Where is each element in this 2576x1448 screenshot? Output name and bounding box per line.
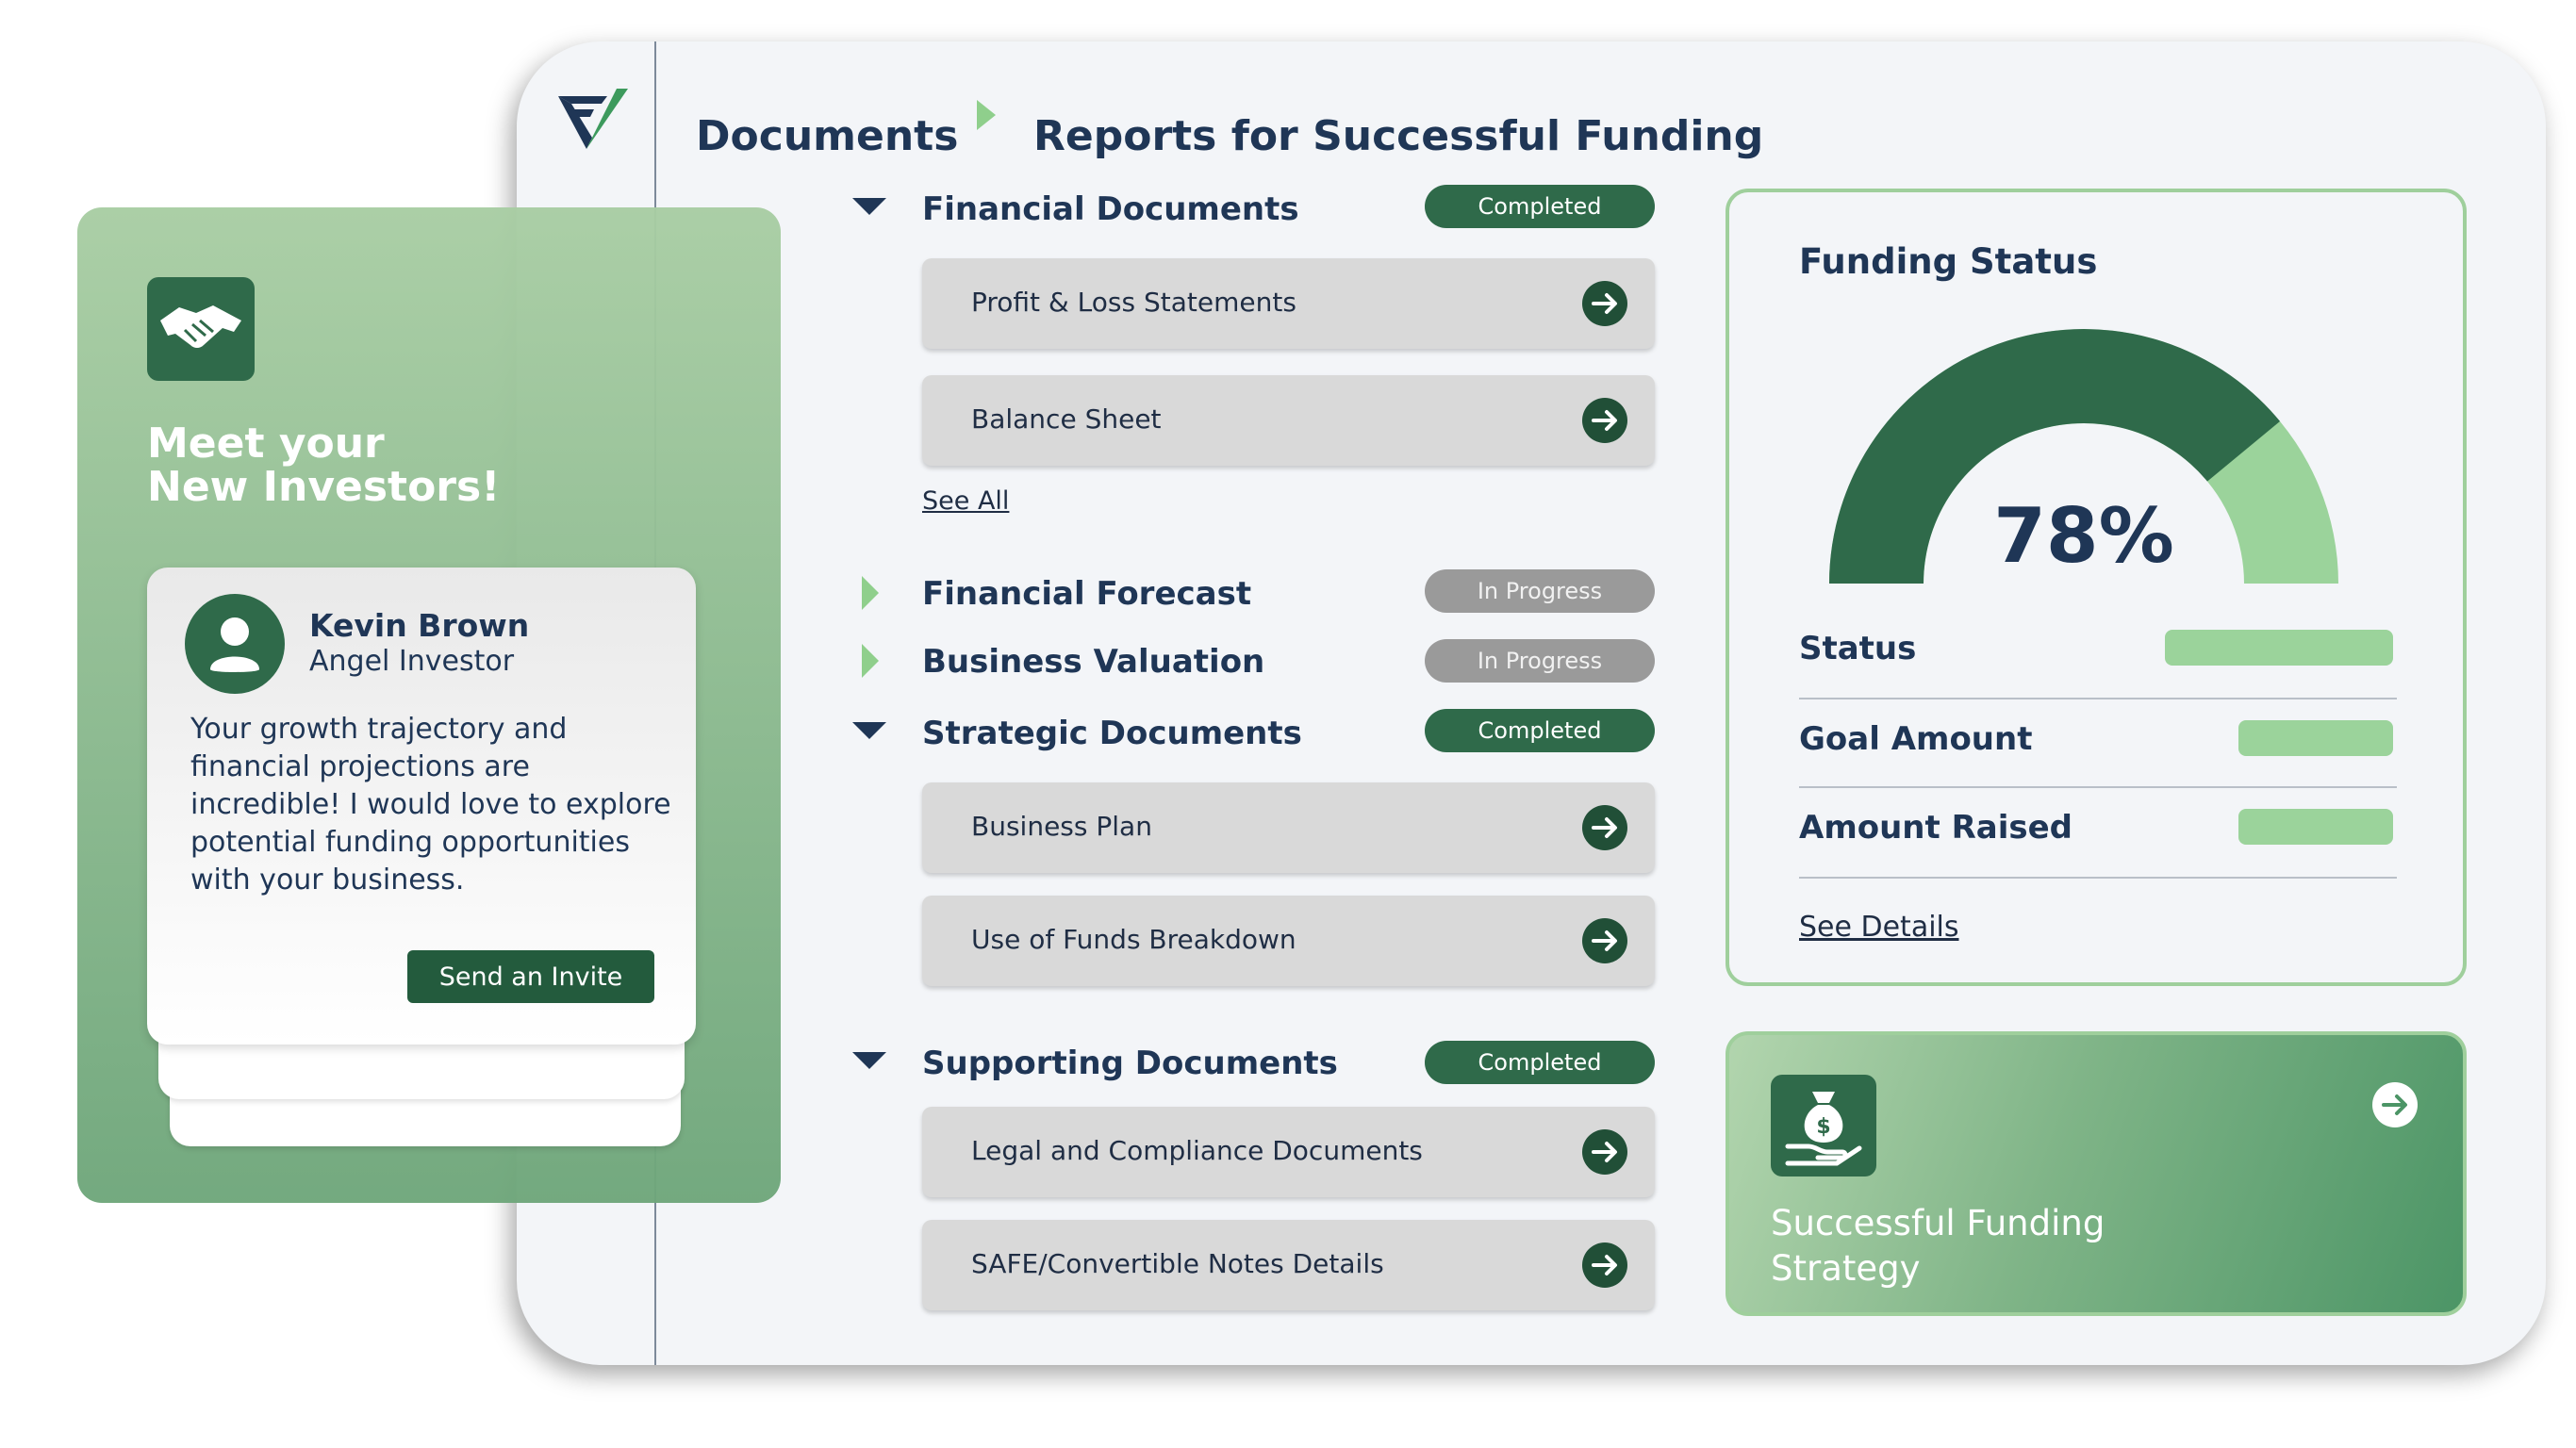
- section-title-supporting-documents[interactable]: Supporting Documents: [922, 1045, 1338, 1082]
- funding-progress-gauge: 78%: [1829, 329, 2338, 584]
- status-badge: Completed: [1425, 1041, 1655, 1084]
- user-icon: [185, 594, 285, 694]
- goal-amount-value-bar: [2238, 720, 2393, 756]
- investors-heading-line1: Meet your: [147, 420, 385, 468]
- arrow-right-circle-icon[interactable]: [1580, 1241, 1629, 1290]
- document-label: Legal and Compliance Documents: [971, 1135, 1423, 1166]
- caret-down-icon[interactable]: [850, 1043, 888, 1080]
- document-row-use-of-funds[interactable]: Use of Funds Breakdown: [922, 896, 1655, 986]
- status-badge: In Progress: [1425, 639, 1655, 683]
- amount-raised-label: Amount Raised: [1799, 809, 2073, 847]
- arrow-right-circle-icon[interactable]: [1580, 916, 1629, 965]
- document-label: SAFE/Convertible Notes Details: [971, 1248, 1384, 1279]
- divider: [1799, 786, 2397, 788]
- document-row-balance-sheet[interactable]: Balance Sheet: [922, 375, 1655, 466]
- send-invite-button[interactable]: Send an Invite: [407, 950, 654, 1003]
- status-badge: Completed: [1425, 185, 1655, 228]
- caret-down-icon[interactable]: [850, 713, 888, 750]
- section-title-financial-forecast[interactable]: Financial Forecast: [922, 575, 1251, 613]
- document-row-safe-notes[interactable]: SAFE/Convertible Notes Details: [922, 1220, 1655, 1310]
- document-label: Balance Sheet: [971, 403, 1162, 435]
- see-all-link[interactable]: See All: [922, 486, 1009, 516]
- arrow-right-circle-icon[interactable]: [1580, 279, 1629, 328]
- brand-logo-icon[interactable]: [554, 83, 634, 158]
- caret-right-icon: [977, 100, 996, 130]
- document-label: Profit & Loss Statements: [971, 287, 1296, 318]
- documents-window: Documents Reports for Successful Funding…: [517, 41, 2546, 1365]
- section-title-business-valuation[interactable]: Business Valuation: [922, 643, 1264, 681]
- new-investors-panel: Meet your New Investors! Kevin Brown Ang…: [77, 207, 781, 1203]
- see-details-link[interactable]: See Details: [1799, 911, 1959, 944]
- caret-down-icon[interactable]: [850, 189, 888, 226]
- document-row-legal-compliance[interactable]: Legal and Compliance Documents: [922, 1107, 1655, 1197]
- document-row-profit-loss[interactable]: Profit & Loss Statements: [922, 258, 1655, 349]
- document-label: Use of Funds Breakdown: [971, 924, 1296, 955]
- investors-heading: Meet your New Investors!: [147, 422, 619, 509]
- status-badge: In Progress: [1425, 569, 1655, 613]
- funding-status-card: Funding Status 78% Status Goal Amount Am…: [1726, 189, 2467, 986]
- status-value-bar: [2165, 630, 2393, 666]
- investor-message: Your growth trajectory and financial pro…: [190, 713, 671, 897]
- handshake-icon: [147, 277, 255, 381]
- investor-message-card: Kevin Brown Angel Investor Your growth t…: [147, 568, 696, 1045]
- money-bag-hand-icon: $: [1771, 1075, 1876, 1176]
- status-badge: Completed: [1425, 709, 1655, 752]
- investor-role: Angel Investor: [309, 645, 515, 678]
- goal-amount-label: Goal Amount: [1799, 720, 2033, 758]
- arrow-right-circle-icon[interactable]: [1580, 803, 1629, 852]
- section-title-strategic-documents[interactable]: Strategic Documents: [922, 715, 1302, 752]
- section-title-financial-documents[interactable]: Financial Documents: [922, 190, 1299, 228]
- page-title: Reports for Successful Funding: [1033, 112, 1764, 160]
- amount-raised-value-bar: [2238, 809, 2393, 845]
- funding-percent: 78%: [1993, 492, 2173, 580]
- strategy-title: Successful Funding Strategy: [1771, 1203, 2105, 1289]
- svg-text:$: $: [1816, 1115, 1830, 1139]
- document-row-business-plan[interactable]: Business Plan: [922, 782, 1655, 873]
- caret-right-icon[interactable]: [850, 642, 888, 680]
- breadcrumb-documents[interactable]: Documents: [696, 112, 958, 160]
- investor-name: Kevin Brown: [309, 607, 530, 644]
- status-label: Status: [1799, 630, 1917, 667]
- divider: [1799, 877, 2397, 879]
- caret-right-icon[interactable]: [850, 574, 888, 612]
- arrow-right-circle-icon[interactable]: [1580, 1127, 1629, 1176]
- arrow-right-circle-icon[interactable]: [2370, 1080, 2419, 1129]
- divider: [1799, 698, 2397, 699]
- funding-status-title: Funding Status: [1799, 241, 2098, 282]
- arrow-right-circle-icon[interactable]: [1580, 396, 1629, 445]
- document-label: Business Plan: [971, 811, 1152, 842]
- funding-strategy-card[interactable]: $ Successful Funding Strategy: [1726, 1031, 2467, 1316]
- investors-heading-line2: New Investors!: [147, 463, 501, 511]
